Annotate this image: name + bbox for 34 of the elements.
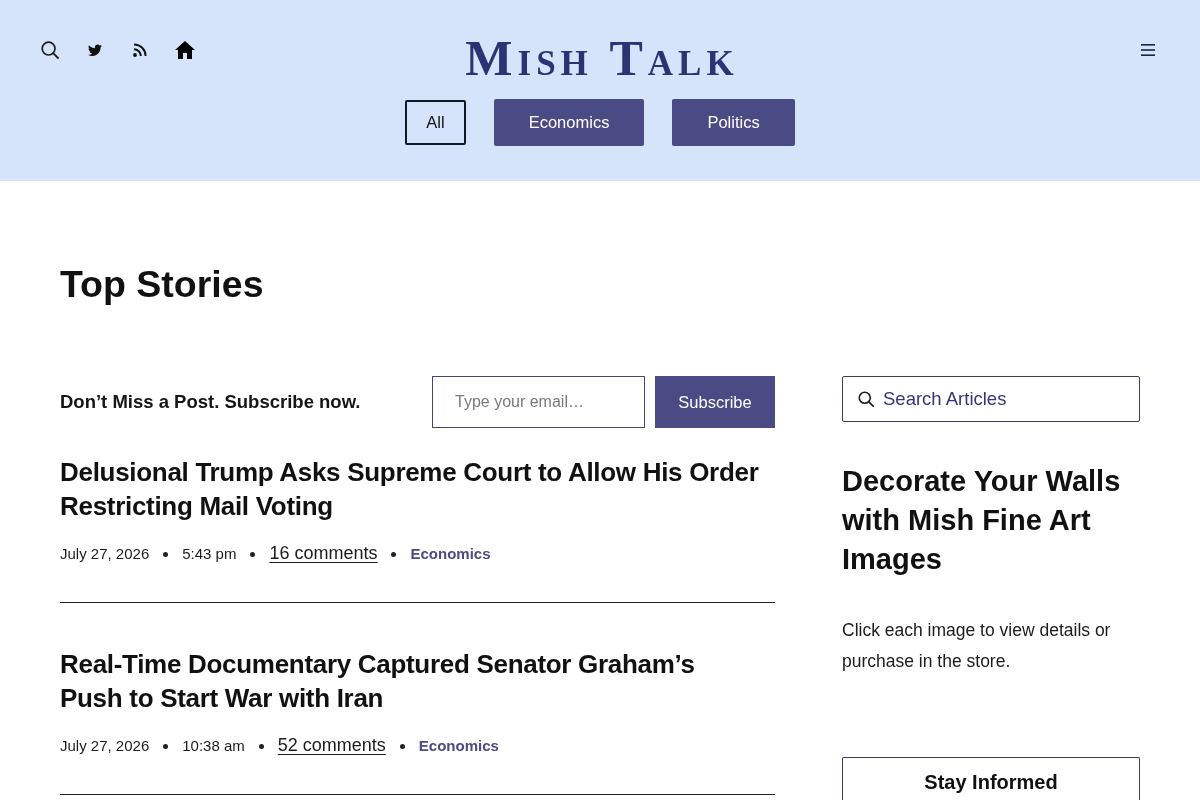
newsletter-heading: Stay Informed <box>923 770 1059 795</box>
search-field[interactable]: Search Articles <box>842 376 1140 422</box>
post-time: 10:38 am <box>182 736 245 754</box>
home-icon[interactable] <box>175 41 195 59</box>
post-time: 5:43 pm <box>182 544 237 562</box>
bird-icon[interactable] <box>88 44 102 56</box>
category-link[interactable]: Economics <box>418 736 499 754</box>
subscribe-button[interactable]: Subscribe <box>655 376 775 428</box>
category-link[interactable]: Economics <box>410 544 491 562</box>
category-tab[interactable]: Politics <box>672 99 795 146</box>
email-field[interactable]: Type your email… <box>432 376 645 428</box>
search-icon <box>858 391 874 407</box>
post-date: July 27, 2026 <box>60 544 150 562</box>
category-tab[interactable]: All <box>405 100 466 145</box>
rss-icon[interactable] <box>133 43 147 57</box>
promo-heading: Decorate Your Walls with Mish Fine Art Images <box>842 464 1122 577</box>
promo-text: Click each image to view details or purchase in the store. <box>842 619 1112 673</box>
category-tab[interactable]: Economics <box>493 99 645 146</box>
site-logo[interactable]: Mish Talk <box>457 36 739 80</box>
search-icon[interactable] <box>41 41 59 59</box>
dot-icon <box>258 743 264 749</box>
dot-icon <box>399 743 405 749</box>
post-date: July 27, 2026 <box>60 736 150 754</box>
dot-icon <box>391 551 397 557</box>
dot-icon <box>163 743 169 749</box>
article-title[interactable]: Delusional Trump Asks Supreme Court to Allow His Order Restricting Mail Voting <box>60 455 760 523</box>
dot-icon <box>163 551 169 557</box>
subscribe-prompt: Don’t Miss a Post. Subscribe now. <box>60 391 361 413</box>
menu-icon[interactable] <box>1140 43 1156 57</box>
comments-link[interactable]: 52 comments <box>277 734 386 756</box>
page-title: Top Stories <box>60 262 265 306</box>
article-title[interactable]: Real-Time Documentary Captured Senator Graham’s Push to Start War with Iran <box>60 647 760 715</box>
dot-icon <box>250 551 256 557</box>
comments-link[interactable]: 16 comments <box>269 542 378 564</box>
